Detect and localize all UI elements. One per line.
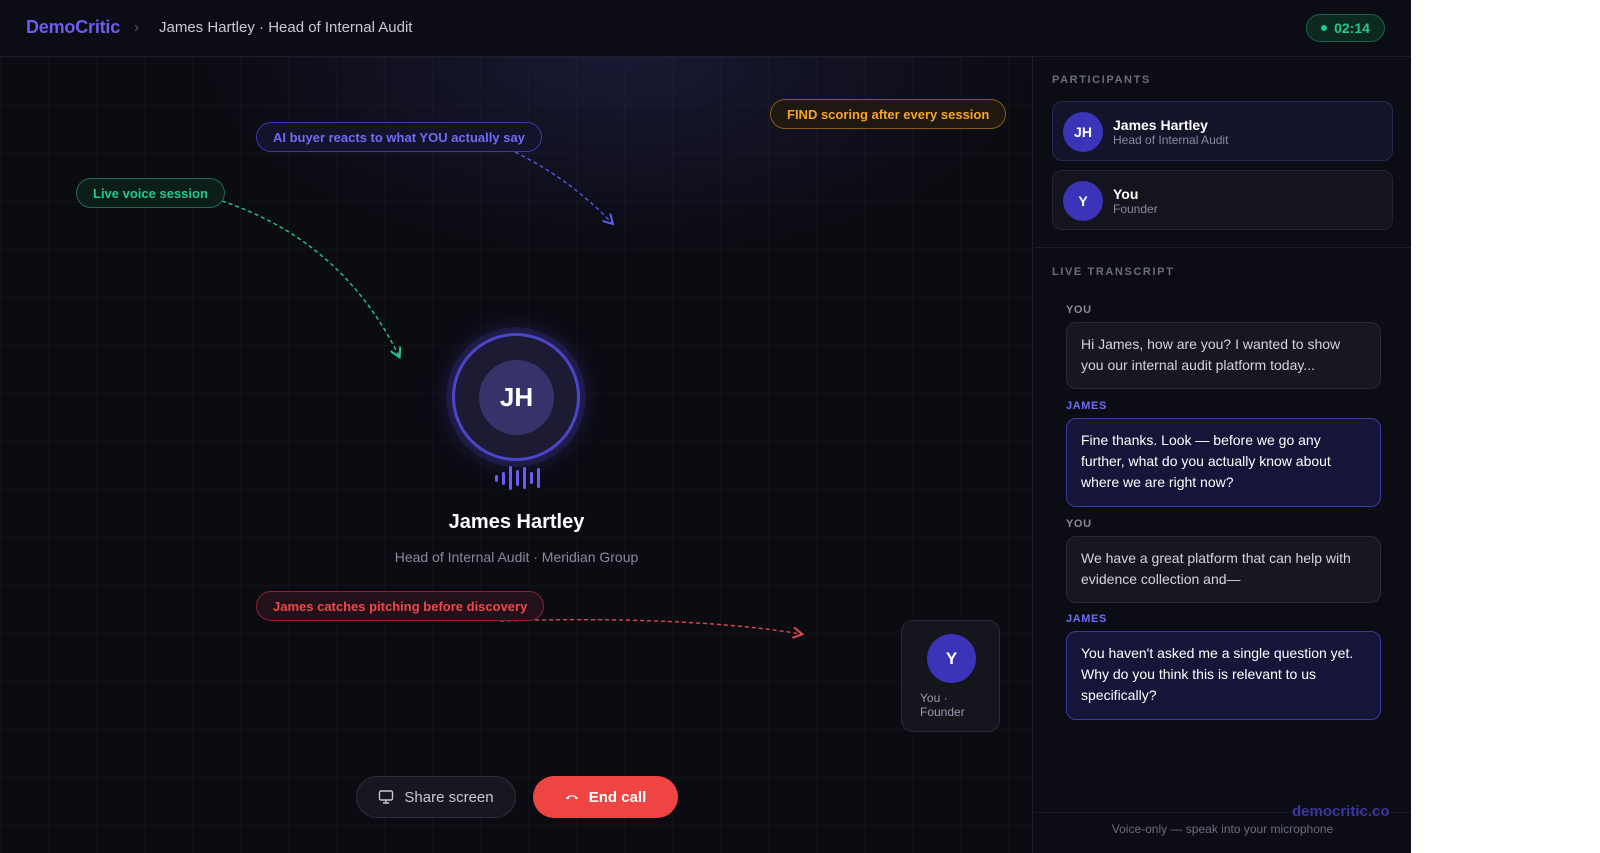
brand-logo[interactable]: DemoCritic — [26, 17, 120, 38]
transcript-message: You haven't asked me a single question y… — [1066, 631, 1381, 720]
outer-margin — [1411, 0, 1600, 853]
transcript-speaker: JAMES — [1066, 400, 1107, 412]
participant-card[interactable]: JH James Hartley Head of Internal Audit — [1052, 101, 1393, 161]
self-avatar: Y — [927, 634, 976, 683]
live-dot-icon — [1321, 25, 1328, 31]
sidebar-divider — [1034, 247, 1411, 248]
participant-avatar: JH — [1063, 112, 1103, 152]
hang-up-icon — [565, 795, 578, 799]
participant-name: James Hartley — [1113, 117, 1208, 133]
callout-ai-buyer: AI buyer reacts to what YOU actually say — [256, 122, 542, 152]
end-call-label: End call — [588, 788, 647, 806]
transcript-message: Fine thanks. Look — before we go any fur… — [1066, 418, 1381, 507]
participant-avatar: Y — [1063, 181, 1103, 221]
app-frame: DemoCritic › James Hartley · Head of Int… — [0, 0, 1411, 853]
participant-name: You — [1113, 186, 1139, 202]
call-stage: Live voice session AI buyer reacts to wh… — [0, 57, 1033, 853]
buyer-role: Head of Internal Audit · Meridian Group — [394, 549, 639, 565]
breadcrumb: James Hartley · Head of Internal Audit — [159, 19, 413, 36]
transcript-speaker: JAMES — [1066, 613, 1107, 625]
participant-role: Head of Internal Audit — [1113, 133, 1229, 147]
callout-pitching: James catches pitching before discovery — [256, 591, 545, 621]
sidebar: PARTICIPANTS JH James Hartley Head of In… — [1034, 57, 1411, 853]
monitor-icon — [379, 790, 394, 804]
top-bar: DemoCritic › James Hartley · Head of Int… — [0, 0, 1411, 57]
arrow-ai-buyer — [514, 151, 612, 223]
audio-waveform-icon — [495, 465, 540, 491]
arrow-live-voice — [221, 200, 399, 356]
transcript-heading: LIVE TRANSCRIPT — [1052, 266, 1175, 278]
end-call-button[interactable]: End call — [533, 776, 678, 818]
buyer-avatar: JH — [479, 360, 554, 435]
participant-role: Founder — [1113, 202, 1158, 216]
transcript-message: Hi James, how are you? I wanted to show … — [1066, 322, 1381, 389]
arrow-pitching — [499, 618, 801, 634]
watermark: democritic.co — [1292, 803, 1390, 820]
transcript-speaker: YOU — [1066, 304, 1092, 316]
share-screen-button[interactable]: Share screen — [356, 776, 516, 818]
transcript-message: We have a great platform that can help w… — [1066, 536, 1381, 603]
call-timer: 02:14 — [1306, 14, 1385, 42]
buyer-name: James Hartley — [448, 511, 585, 533]
transcript-speaker: YOU — [1066, 518, 1092, 530]
participants-heading: PARTICIPANTS — [1052, 74, 1151, 86]
self-label: You · Founder — [920, 691, 965, 719]
call-timer-value: 02:14 — [1334, 20, 1370, 36]
self-video-tile[interactable]: Y You · Founder — [901, 620, 1000, 732]
participant-card[interactable]: Y You Founder — [1052, 170, 1393, 230]
share-screen-label: Share screen — [404, 788, 494, 806]
voice-only-hint: Voice-only — speak into your microphone — [1111, 822, 1334, 836]
breadcrumb-separator: › — [134, 19, 139, 36]
callout-find-scoring: FIND scoring after every session — [770, 99, 1007, 129]
callout-live-voice: Live voice session — [76, 178, 225, 208]
